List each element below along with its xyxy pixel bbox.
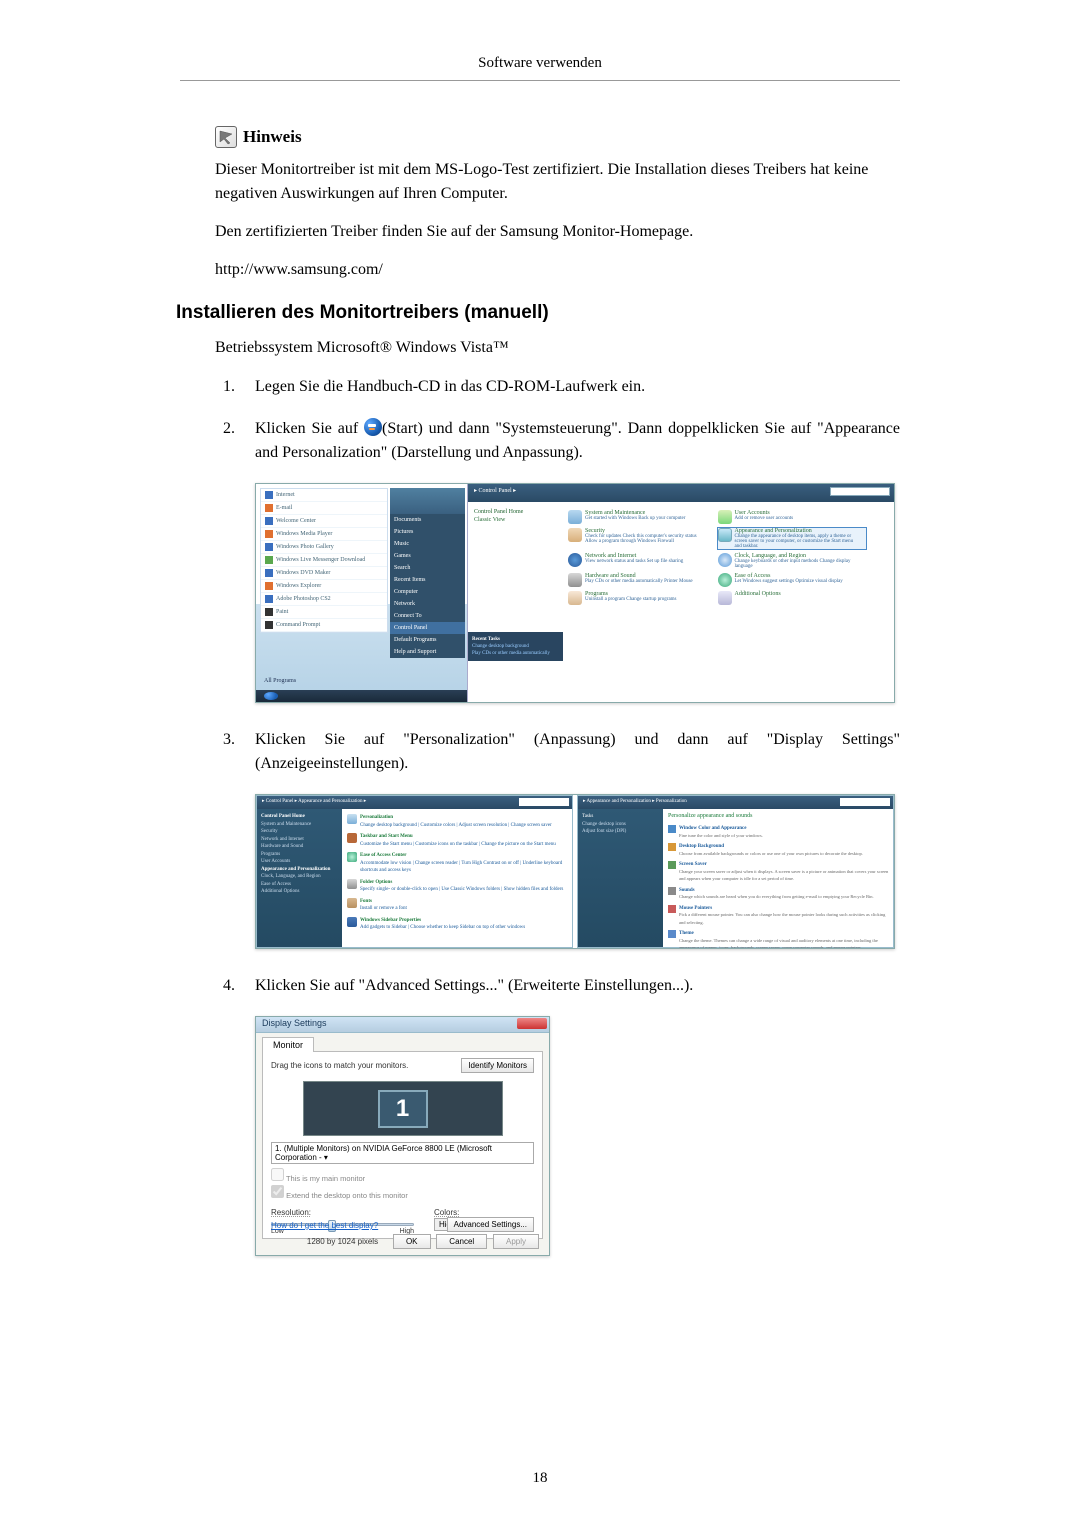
step-2-text-a: Klicken Sie auf (255, 420, 364, 437)
ds-drag-hint: Drag the icons to match your monitors. (271, 1061, 408, 1070)
monitor-preview-area[interactable]: 1 (303, 1081, 503, 1136)
monitor-select[interactable]: 1. (Multiple Monitors) on NVIDIA GeForce… (271, 1142, 534, 1164)
search-box (830, 487, 890, 496)
section-heading: Installieren des Monitortreibers (manuel… (0, 302, 1080, 324)
all-programs: All Programs (264, 678, 296, 684)
page-header-running: Software verwenden (0, 0, 1080, 80)
note-url: http://www.samsung.com/ (215, 258, 900, 282)
note-icon (215, 126, 237, 148)
taskbar (256, 690, 467, 702)
screenshot-personalization: ▸ Control Panel ▸ Appearance and Persona… (255, 794, 900, 949)
step-1-num: 1. (215, 375, 235, 399)
cancel-button[interactable]: Cancel (436, 1234, 487, 1249)
ds-titlebar: Display Settings (256, 1017, 549, 1033)
header-rule (180, 80, 900, 81)
chk-extend-desktop[interactable] (271, 1185, 284, 1198)
control-panel-window: ▸ Control Panel ▸ Control Panel Home Cla… (468, 484, 894, 702)
note-para-2: Den zertifizierten Treiber finden Sie au… (215, 220, 900, 244)
chk-main-monitor[interactable] (271, 1168, 284, 1181)
step-4-text: Klicken Sie auf "Advanced Settings..." (… (255, 974, 900, 998)
control-panel-titlebar: ▸ Control Panel ▸ (468, 484, 894, 502)
dialog-buttons: OK Cancel Apply (390, 1234, 539, 1249)
ok-button[interactable]: OK (393, 1234, 431, 1249)
control-panel-grid: System and MaintenanceGet started with W… (568, 508, 890, 607)
apply-button[interactable]: Apply (493, 1234, 539, 1249)
step-1: 1. Legen Sie die Handbuch-CD in das CD-R… (215, 375, 900, 399)
ds-checkboxes: This is my main monitor Extend the deskt… (271, 1168, 534, 1201)
note-block: Hinweis Dieser Monitortreiber ist mit de… (215, 126, 900, 282)
ds-tab-monitor[interactable]: Monitor (262, 1037, 314, 1052)
resolution-label: Resolution: (271, 1208, 311, 1217)
identify-monitors-button[interactable]: Identify Monitors (461, 1058, 534, 1073)
start-menu-left-col: Internet E-mail Welcome Center Windows M… (260, 488, 388, 633)
step-3: 3. Klicken Sie auf "Personalization" (An… (215, 728, 900, 776)
ds-title: Display Settings (262, 1018, 327, 1028)
monitor-1-box[interactable]: 1 (378, 1090, 428, 1128)
control-panel-nav: Control Panel Home Classic View (474, 508, 523, 525)
recent-tasks-popup: Recent Tasks Change desktop background P… (468, 632, 563, 661)
note-para-1: Dieser Monitortreiber ist mit dem MS-Log… (215, 158, 900, 206)
screenshot-display-settings: Display Settings Monitor Drag the icons … (255, 1016, 900, 1256)
step-2: 2. Klicken Sie auf (Start) und dann "Sys… (215, 417, 900, 465)
close-icon[interactable] (517, 1018, 547, 1029)
note-label: Hinweis (243, 127, 302, 147)
advanced-settings-button[interactable]: Advanced Settings... (447, 1217, 534, 1232)
step-3-text: Klicken Sie auf "Personalization" (Anpas… (255, 728, 900, 776)
page-number: 18 (0, 1470, 1080, 1487)
intro-line: Betriebssystem Microsoft® Windows Vista™ (215, 339, 900, 357)
step-1-text: Legen Sie die Handbuch-CD in das CD-ROM-… (255, 375, 900, 399)
personalization-panel: ▸ Appearance and Personalization ▸ Perso… (577, 795, 894, 948)
start-orb-icon (364, 418, 382, 436)
ds-panel: Drag the icons to match your monitors. I… (262, 1051, 543, 1239)
screenshot-start-controlpanel: Internet E-mail Welcome Center Windows M… (255, 483, 900, 703)
help-link[interactable]: How do I get the best display? (271, 1221, 378, 1230)
start-menu-right-col: Documents Pictures Music Games Search Re… (390, 488, 465, 658)
step-2-text: Klicken Sie auf (Start) und dann "System… (255, 417, 900, 465)
appearance-panel: ▸ Control Panel ▸ Appearance and Persona… (256, 795, 573, 948)
start-menu: Internet E-mail Welcome Center Windows M… (256, 484, 468, 702)
step-4-num: 4. (215, 974, 235, 998)
step-4: 4. Klicken Sie auf "Advanced Settings...… (215, 974, 900, 998)
step-3-num: 3. (215, 728, 235, 776)
colors-label: Colors: (434, 1208, 459, 1217)
step-2-num: 2. (215, 417, 235, 465)
